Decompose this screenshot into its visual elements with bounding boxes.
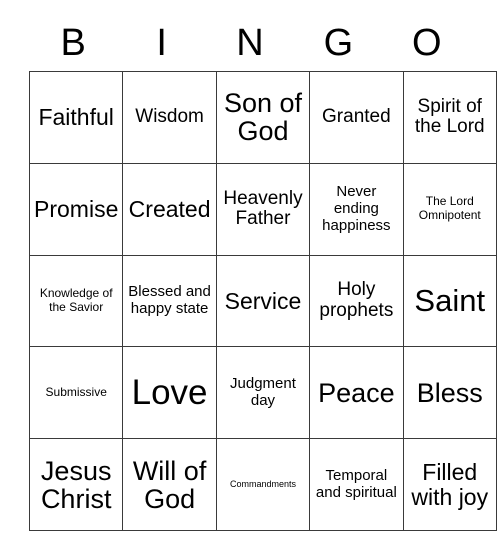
header-letter-i: I bbox=[156, 22, 167, 64]
header-letter-g: G bbox=[323, 22, 354, 64]
bingo-cell-label: The Lord Omnipotent bbox=[418, 194, 481, 223]
bingo-cell-label: Bless bbox=[416, 377, 483, 408]
bingo-cell-label: Holy prophets bbox=[319, 279, 394, 321]
bingo-row: Faithful Wisdom Son of God Granted Spiri… bbox=[28, 71, 497, 164]
bingo-cell-label: Blessed and happy state bbox=[128, 283, 211, 317]
header-letter-b: B bbox=[60, 22, 86, 64]
bingo-cell[interactable]: The Lord Omnipotent bbox=[402, 162, 497, 256]
bingo-cell[interactable]: Created bbox=[122, 162, 217, 256]
bingo-cell[interactable]: Wisdom bbox=[122, 71, 217, 164]
bingo-cell[interactable]: Knowledge of the Savior bbox=[28, 254, 124, 348]
bingo-cell-label: Spirit of the Lord bbox=[414, 95, 485, 138]
bingo-card: B I N G O Faithful Wisdom Son of God Gra… bbox=[0, 0, 500, 544]
bingo-cell-label: Commandments bbox=[229, 479, 296, 490]
header-letter-n: N bbox=[236, 22, 264, 64]
bingo-row: Submissive Love Judgment day Peace Bless bbox=[28, 346, 497, 440]
bingo-cell[interactable]: Son of God bbox=[215, 71, 311, 164]
bingo-cell[interactable]: Never ending happiness bbox=[309, 162, 404, 256]
bingo-cell[interactable]: Heavenly Father bbox=[215, 162, 311, 256]
bingo-cell-label: Knowledge of the Savior bbox=[39, 286, 113, 314]
bingo-cell[interactable]: Bless bbox=[402, 346, 497, 440]
bingo-cell[interactable]: Filled with joy bbox=[402, 438, 497, 531]
bingo-cell-label: Never ending happiness bbox=[322, 183, 391, 234]
bingo-cell-label: Service bbox=[224, 287, 302, 314]
bingo-cell[interactable]: Commandments bbox=[215, 438, 311, 531]
bingo-cell-label: Will of God bbox=[132, 455, 207, 514]
bingo-cell-label: Judgment day bbox=[230, 374, 296, 409]
bingo-cell[interactable]: Love bbox=[122, 346, 217, 440]
bingo-cell[interactable]: Faithful bbox=[28, 71, 124, 164]
bingo-cell[interactable]: Promise bbox=[28, 162, 124, 256]
header-letter-o: O bbox=[412, 22, 442, 64]
bingo-row: Jesus Christ Will of God Commandments Te… bbox=[28, 438, 497, 531]
bingo-grid: Faithful Wisdom Son of God Granted Spiri… bbox=[28, 71, 497, 531]
bingo-cell[interactable]: Blessed and happy state bbox=[122, 254, 217, 348]
bingo-row: Knowledge of the Savior Blessed and happ… bbox=[28, 254, 497, 348]
bingo-cell[interactable]: Judgment day bbox=[215, 346, 311, 440]
bingo-cell[interactable]: Submissive bbox=[28, 346, 124, 440]
bingo-cell-label: Faithful bbox=[38, 104, 114, 131]
bingo-row: Promise Created Heavenly Father Never en… bbox=[28, 162, 497, 256]
bingo-cell[interactable]: Service bbox=[215, 254, 311, 348]
bingo-cell-label: Jesus Christ bbox=[40, 455, 112, 514]
bingo-cell-label: Wisdom bbox=[135, 106, 204, 128]
bingo-cell[interactable]: Saint bbox=[402, 254, 497, 348]
bingo-cell[interactable]: Will of God bbox=[122, 438, 217, 531]
bingo-cell[interactable]: Jesus Christ bbox=[28, 438, 124, 531]
bingo-cell-label: Son of God bbox=[223, 88, 302, 147]
bingo-cell-label: Love bbox=[131, 373, 208, 413]
bingo-header: B I N G O bbox=[29, 18, 471, 68]
bingo-cell[interactable]: Spirit of the Lord bbox=[402, 71, 497, 164]
bingo-cell-label: Promise bbox=[34, 196, 119, 222]
bingo-cell[interactable]: Holy prophets bbox=[309, 254, 404, 348]
bingo-cell-label: Temporal and spiritual bbox=[315, 466, 397, 501]
bingo-cell[interactable]: Peace bbox=[309, 346, 404, 440]
bingo-cell[interactable]: Temporal and spiritual bbox=[309, 438, 404, 531]
bingo-cell-label: Peace bbox=[318, 377, 395, 408]
bingo-cell[interactable]: Granted bbox=[309, 71, 404, 164]
bingo-cell-label: Filled with joy bbox=[411, 459, 489, 510]
bingo-cell-label: Heavenly Father bbox=[223, 187, 303, 230]
bingo-cell-label: Submissive bbox=[45, 384, 107, 399]
bingo-cell-label: Created bbox=[128, 196, 211, 222]
bingo-cell-label: Saint bbox=[414, 283, 486, 319]
bingo-cell-label: Granted bbox=[322, 106, 391, 128]
